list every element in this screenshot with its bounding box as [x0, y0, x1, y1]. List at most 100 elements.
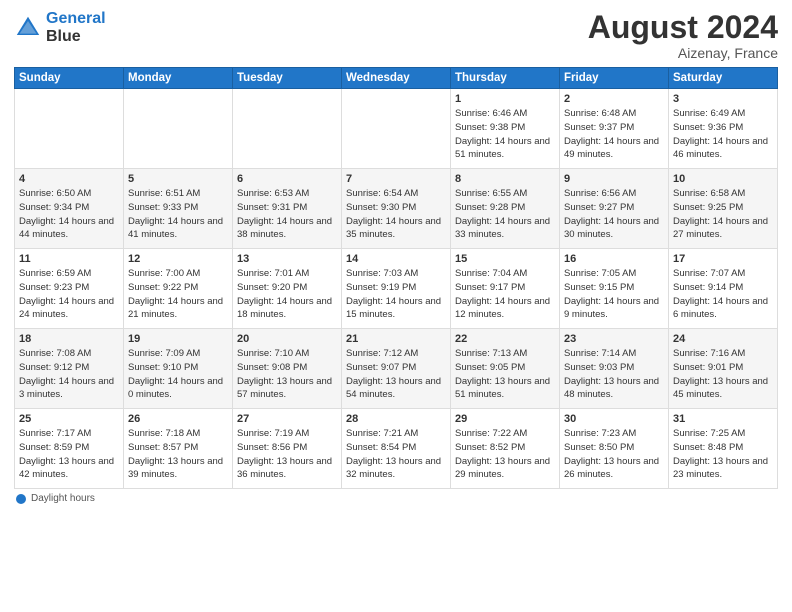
sunrise-text: Sunrise: 7:14 AM: [564, 348, 636, 359]
calendar-header-row: Sunday Monday Tuesday Wednesday Thursday…: [15, 68, 778, 89]
daylight-text: Daylight: 14 hours and 15 minutes.: [346, 296, 441, 321]
day-number: 2: [564, 93, 664, 105]
month-year-title: August 2024: [588, 10, 778, 45]
table-row: 9 Sunrise: 6:56 AM Sunset: 9:27 PM Dayli…: [560, 169, 669, 249]
day-info: Sunrise: 7:25 AM Sunset: 8:48 PM Dayligh…: [673, 427, 773, 482]
calendar-week-row: 18 Sunrise: 7:08 AM Sunset: 9:12 PM Dayl…: [15, 329, 778, 409]
day-number: 10: [673, 173, 773, 185]
sunrise-text: Sunrise: 6:54 AM: [346, 188, 418, 199]
daylight-text: Daylight: 14 hours and 51 minutes.: [455, 136, 550, 161]
sunset-text: Sunset: 9:27 PM: [564, 202, 634, 213]
logo-text: General Blue: [46, 10, 106, 45]
sunrise-text: Sunrise: 6:53 AM: [237, 188, 309, 199]
day-number: 4: [19, 173, 119, 185]
sunrise-text: Sunrise: 7:13 AM: [455, 348, 527, 359]
day-number: 27: [237, 413, 337, 425]
sunset-text: Sunset: 8:48 PM: [673, 442, 743, 453]
day-number: 6: [237, 173, 337, 185]
table-row: 25 Sunrise: 7:17 AM Sunset: 8:59 PM Dayl…: [15, 409, 124, 489]
sunrise-text: Sunrise: 7:19 AM: [237, 428, 309, 439]
daylight-text: Daylight: 13 hours and 57 minutes.: [237, 376, 332, 401]
logo: General Blue: [14, 10, 106, 45]
day-number: 17: [673, 253, 773, 265]
daylight-text: Daylight: 14 hours and 3 minutes.: [19, 376, 114, 401]
sunrise-text: Sunrise: 7:17 AM: [19, 428, 91, 439]
day-number: 19: [128, 333, 228, 345]
sunrise-text: Sunrise: 7:22 AM: [455, 428, 527, 439]
table-row: [342, 89, 451, 169]
day-info: Sunrise: 7:01 AM Sunset: 9:20 PM Dayligh…: [237, 267, 337, 322]
table-row: 19 Sunrise: 7:09 AM Sunset: 9:10 PM Dayl…: [124, 329, 233, 409]
sunrise-text: Sunrise: 7:00 AM: [128, 268, 200, 279]
sunset-text: Sunset: 9:10 PM: [128, 362, 198, 373]
day-number: 3: [673, 93, 773, 105]
sunset-text: Sunset: 9:37 PM: [564, 122, 634, 133]
day-info: Sunrise: 7:19 AM Sunset: 8:56 PM Dayligh…: [237, 427, 337, 482]
sunset-text: Sunset: 8:54 PM: [346, 442, 416, 453]
table-row: 17 Sunrise: 7:07 AM Sunset: 9:14 PM Dayl…: [669, 249, 778, 329]
daylight-text: Daylight: 13 hours and 26 minutes.: [564, 456, 659, 481]
daylight-text: Daylight: 14 hours and 30 minutes.: [564, 216, 659, 241]
day-info: Sunrise: 7:08 AM Sunset: 9:12 PM Dayligh…: [19, 347, 119, 402]
day-number: 11: [19, 253, 119, 265]
col-monday: Monday: [124, 68, 233, 89]
col-thursday: Thursday: [451, 68, 560, 89]
daylight-text: Daylight: 13 hours and 54 minutes.: [346, 376, 441, 401]
daylight-text: Daylight: 14 hours and 38 minutes.: [237, 216, 332, 241]
logo-icon: [14, 14, 42, 42]
day-number: 8: [455, 173, 555, 185]
daylight-text: Daylight: 14 hours and 24 minutes.: [19, 296, 114, 321]
table-row: 10 Sunrise: 6:58 AM Sunset: 9:25 PM Dayl…: [669, 169, 778, 249]
col-wednesday: Wednesday: [342, 68, 451, 89]
sunset-text: Sunset: 8:59 PM: [19, 442, 89, 453]
daylight-text: Daylight: 13 hours and 48 minutes.: [564, 376, 659, 401]
table-row: 22 Sunrise: 7:13 AM Sunset: 9:05 PM Dayl…: [451, 329, 560, 409]
day-info: Sunrise: 6:48 AM Sunset: 9:37 PM Dayligh…: [564, 107, 664, 162]
daylight-text: Daylight: 14 hours and 33 minutes.: [455, 216, 550, 241]
day-info: Sunrise: 7:00 AM Sunset: 9:22 PM Dayligh…: [128, 267, 228, 322]
table-row: 11 Sunrise: 6:59 AM Sunset: 9:23 PM Dayl…: [15, 249, 124, 329]
daylight-text: Daylight: 14 hours and 35 minutes.: [346, 216, 441, 241]
sunset-text: Sunset: 9:17 PM: [455, 282, 525, 293]
daylight-text: Daylight: 14 hours and 21 minutes.: [128, 296, 223, 321]
logo-blue: Blue: [46, 28, 106, 46]
table-row: 27 Sunrise: 7:19 AM Sunset: 8:56 PM Dayl…: [233, 409, 342, 489]
daylight-text: Daylight: 13 hours and 39 minutes.: [128, 456, 223, 481]
day-info: Sunrise: 7:09 AM Sunset: 9:10 PM Dayligh…: [128, 347, 228, 402]
day-info: Sunrise: 6:55 AM Sunset: 9:28 PM Dayligh…: [455, 187, 555, 242]
daylight-text: Daylight: 14 hours and 49 minutes.: [564, 136, 659, 161]
table-row: [233, 89, 342, 169]
table-row: 23 Sunrise: 7:14 AM Sunset: 9:03 PM Dayl…: [560, 329, 669, 409]
table-row: [124, 89, 233, 169]
table-row: 18 Sunrise: 7:08 AM Sunset: 9:12 PM Dayl…: [15, 329, 124, 409]
day-info: Sunrise: 7:04 AM Sunset: 9:17 PM Dayligh…: [455, 267, 555, 322]
day-number: 7: [346, 173, 446, 185]
calendar-week-row: 25 Sunrise: 7:17 AM Sunset: 8:59 PM Dayl…: [15, 409, 778, 489]
calendar-week-row: 11 Sunrise: 6:59 AM Sunset: 9:23 PM Dayl…: [15, 249, 778, 329]
table-row: 29 Sunrise: 7:22 AM Sunset: 8:52 PM Dayl…: [451, 409, 560, 489]
day-info: Sunrise: 7:03 AM Sunset: 9:19 PM Dayligh…: [346, 267, 446, 322]
day-info: Sunrise: 6:56 AM Sunset: 9:27 PM Dayligh…: [564, 187, 664, 242]
sunrise-text: Sunrise: 7:23 AM: [564, 428, 636, 439]
header: General Blue August 2024 Aizenay, France: [14, 10, 778, 61]
table-row: 14 Sunrise: 7:03 AM Sunset: 9:19 PM Dayl…: [342, 249, 451, 329]
sunrise-text: Sunrise: 7:10 AM: [237, 348, 309, 359]
sunset-text: Sunset: 9:05 PM: [455, 362, 525, 373]
sunset-text: Sunset: 9:08 PM: [237, 362, 307, 373]
table-row: 2 Sunrise: 6:48 AM Sunset: 9:37 PM Dayli…: [560, 89, 669, 169]
footer-label: Daylight hours: [31, 493, 95, 504]
table-row: 13 Sunrise: 7:01 AM Sunset: 9:20 PM Dayl…: [233, 249, 342, 329]
sunset-text: Sunset: 8:57 PM: [128, 442, 198, 453]
sunset-text: Sunset: 9:22 PM: [128, 282, 198, 293]
day-info: Sunrise: 6:58 AM Sunset: 9:25 PM Dayligh…: [673, 187, 773, 242]
daylight-text: Daylight: 13 hours and 45 minutes.: [673, 376, 768, 401]
day-info: Sunrise: 7:18 AM Sunset: 8:57 PM Dayligh…: [128, 427, 228, 482]
col-sunday: Sunday: [15, 68, 124, 89]
table-row: 31 Sunrise: 7:25 AM Sunset: 8:48 PM Dayl…: [669, 409, 778, 489]
table-row: 5 Sunrise: 6:51 AM Sunset: 9:33 PM Dayli…: [124, 169, 233, 249]
daylight-text: Daylight: 14 hours and 12 minutes.: [455, 296, 550, 321]
table-row: 7 Sunrise: 6:54 AM Sunset: 9:30 PM Dayli…: [342, 169, 451, 249]
day-number: 1: [455, 93, 555, 105]
day-number: 26: [128, 413, 228, 425]
day-number: 18: [19, 333, 119, 345]
